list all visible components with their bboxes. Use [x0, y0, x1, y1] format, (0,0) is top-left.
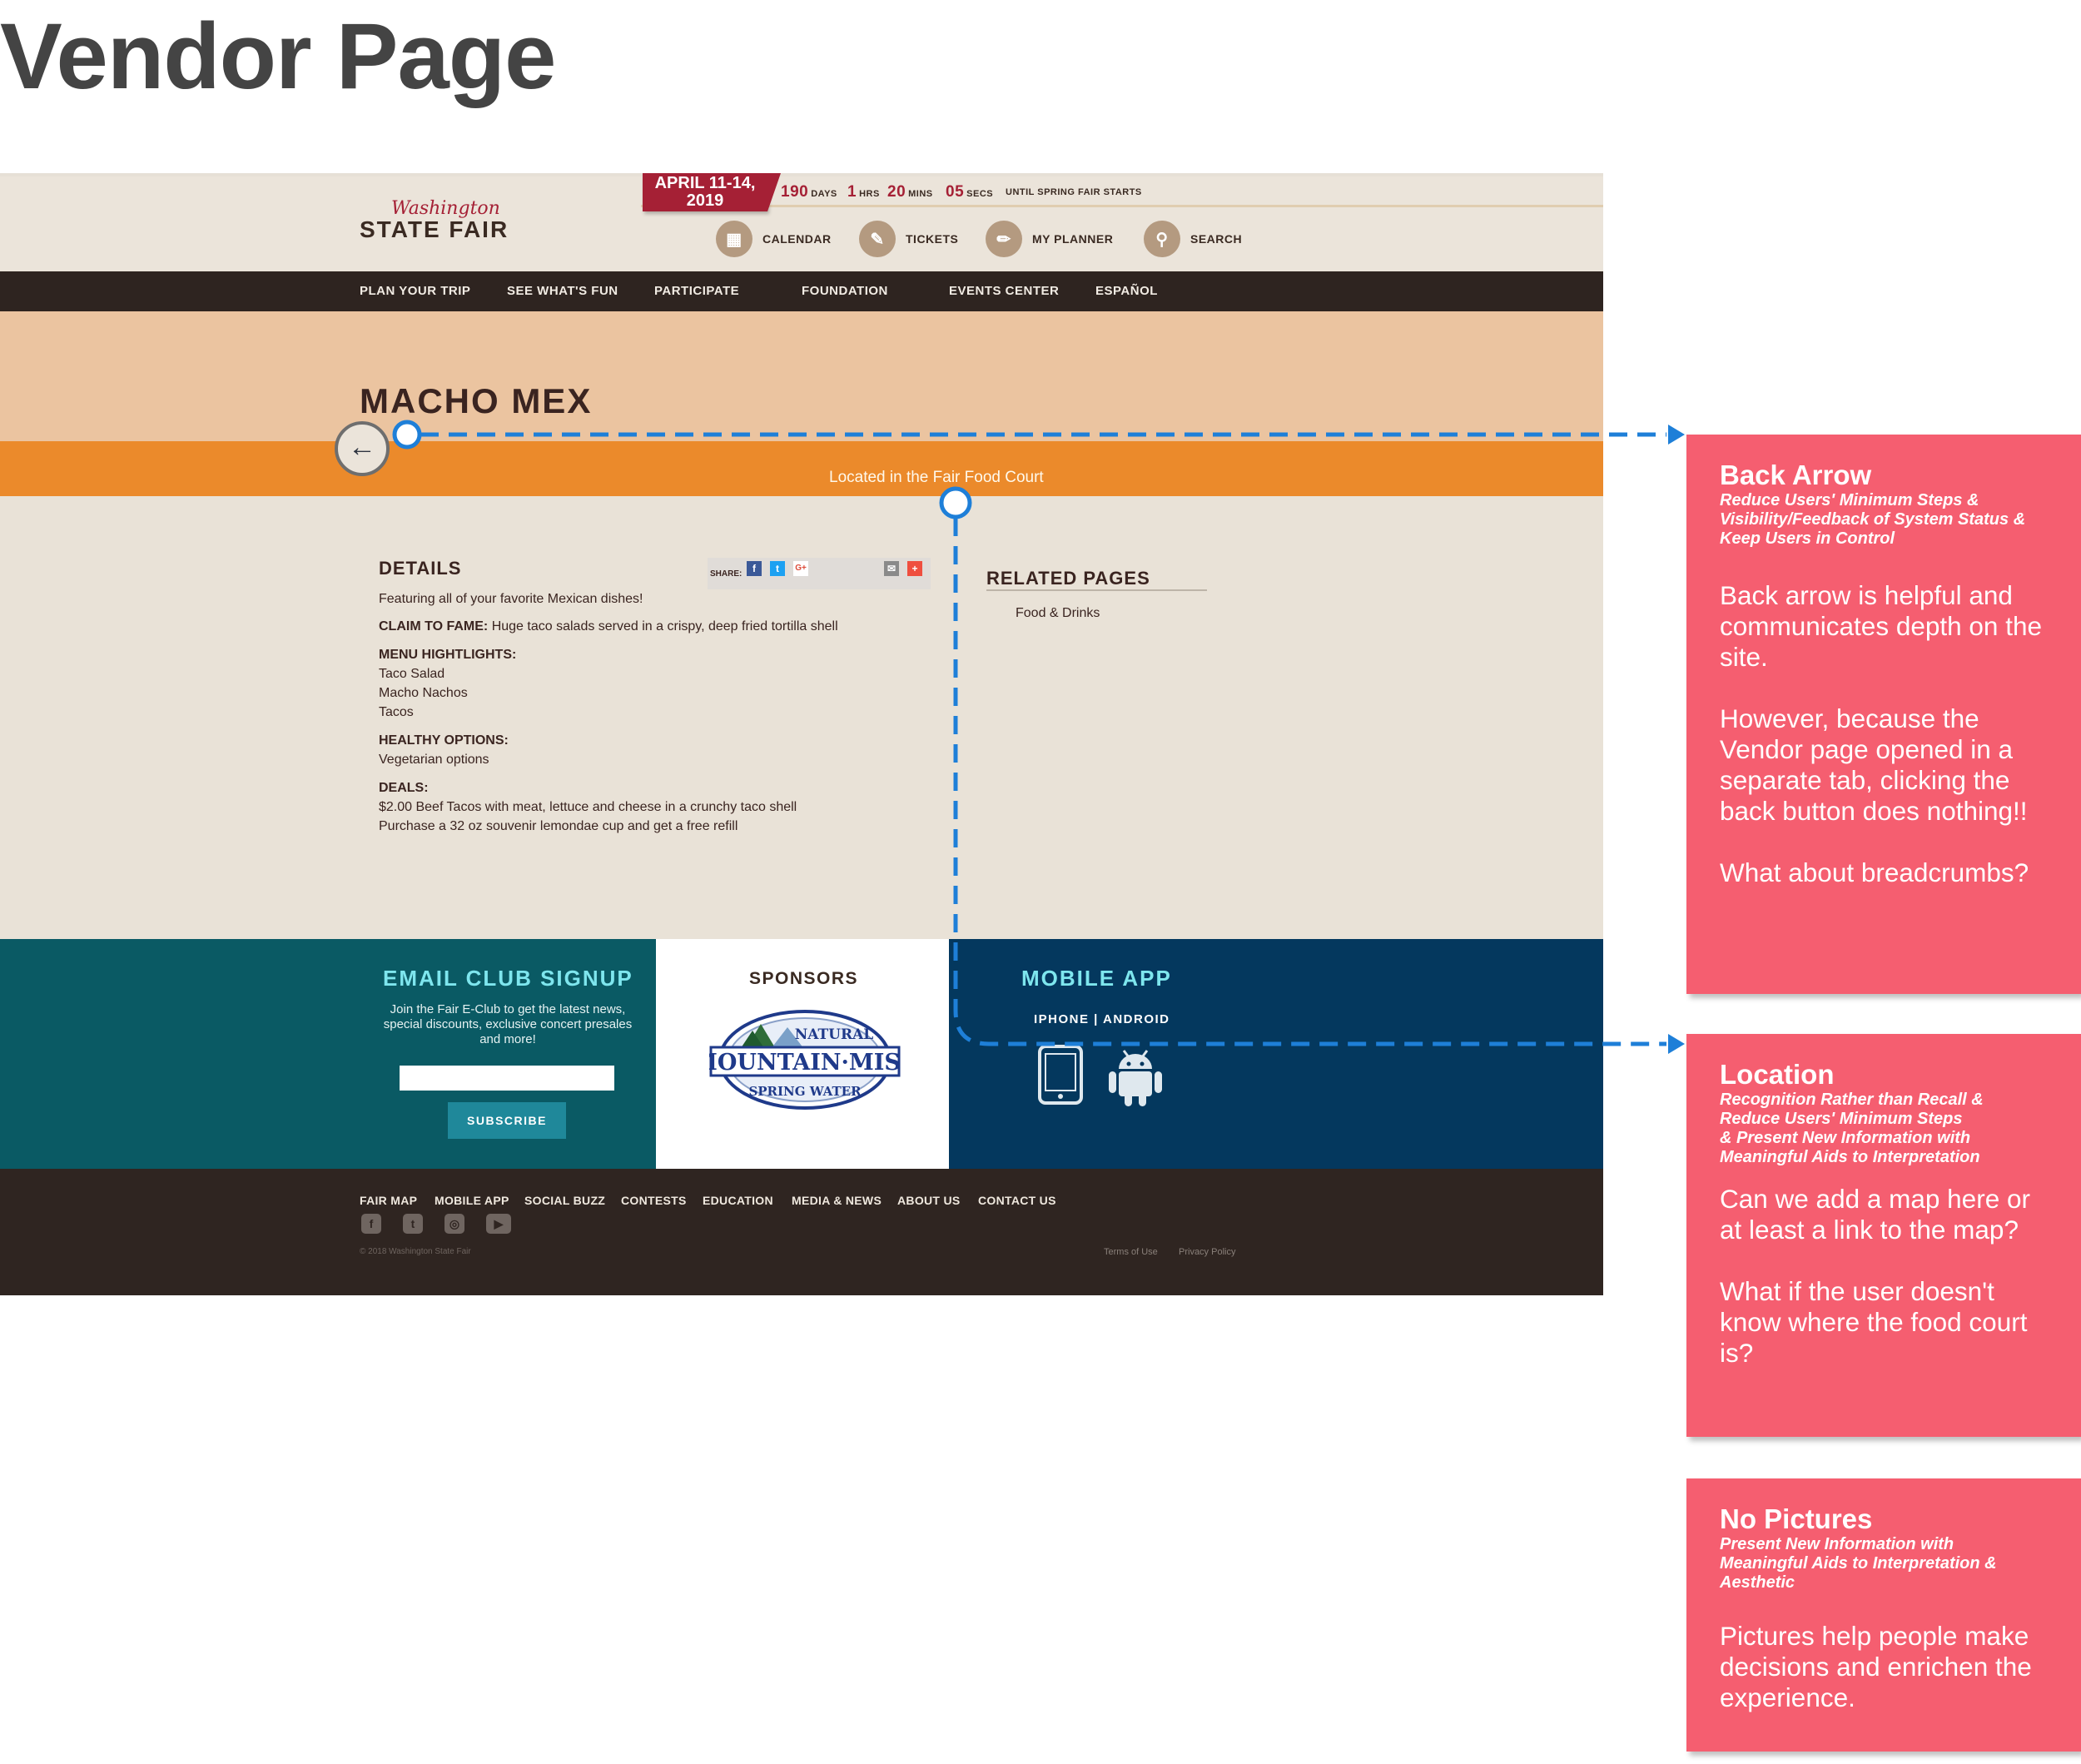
annotation-card-back-arrow: Back Arrow Reduce Users' Minimum Steps &… [1686, 435, 2081, 994]
annotation-card-location: Location Recognition Rather than Recall … [1686, 1034, 2081, 1437]
callout-arrowhead [1668, 1034, 1685, 1054]
annotation-heuristics: Recognition Rather than Recall & Reduce … [1720, 1091, 1984, 1166]
annotation-body: Pictures help people make decisions and … [1720, 1621, 2032, 1712]
annotation-body: Back arrow is helpful and communicates d… [1720, 580, 2042, 887]
callout-marker-location [939, 486, 972, 519]
annotation-body: Can we add a map here or at least a link… [1720, 1184, 2030, 1368]
callout-line-location [953, 518, 1666, 1046]
annotation-card-no-pictures: No Pictures Present New Information with… [1686, 1478, 2081, 1752]
callout-marker-back-arrow [392, 420, 422, 450]
annotation-heuristics: Reduce Users' Minimum Steps & Visibility… [1720, 491, 2026, 548]
annotation-title: Location [1720, 1059, 1835, 1090]
annotation-title: Back Arrow [1720, 460, 1872, 490]
annotation-title: No Pictures [1720, 1503, 1873, 1534]
annotation-heuristics: Present New Information with Meaningful … [1720, 1535, 1997, 1592]
callout-arrowhead [1668, 425, 1685, 445]
